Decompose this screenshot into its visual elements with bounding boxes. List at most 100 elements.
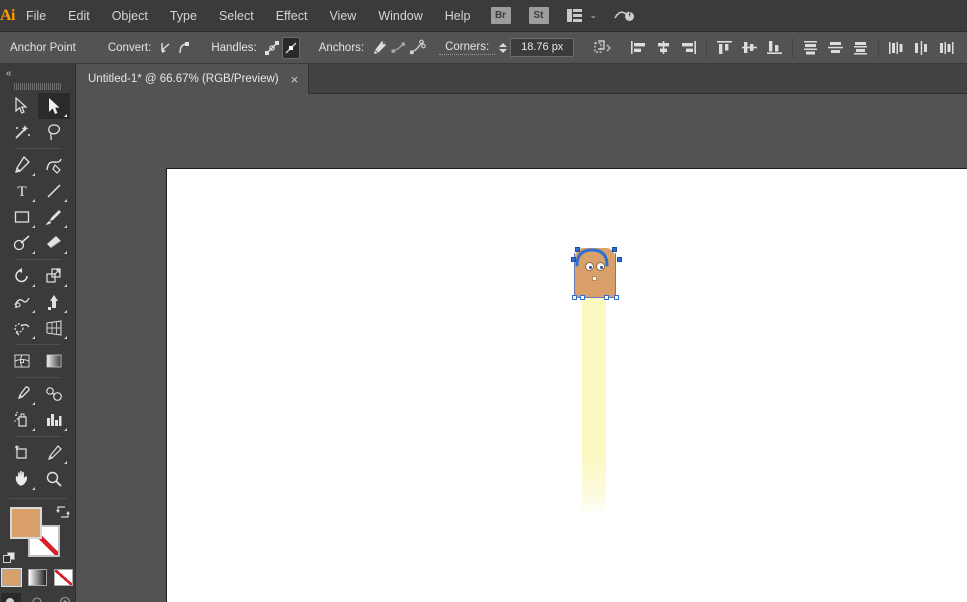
tool-perspective-grid[interactable] <box>38 315 70 341</box>
tool-mesh[interactable] <box>6 348 38 374</box>
hide-handles-icon[interactable] <box>281 36 300 59</box>
menu-item-edit[interactable]: Edit <box>57 0 101 32</box>
tool-scale[interactable] <box>38 263 70 289</box>
tool-flyout-indicator-icon <box>64 199 67 202</box>
convert-to-smooth-icon[interactable] <box>176 37 192 59</box>
tool-eraser[interactable] <box>38 230 70 256</box>
tools-panel: « T <box>0 64 76 602</box>
menu-item-effect[interactable]: Effect <box>265 0 319 32</box>
tool-selection[interactable] <box>6 93 38 119</box>
tool-flyout-indicator-icon <box>32 487 35 490</box>
fill-swatch[interactable] <box>10 507 42 539</box>
tool-magic-wand[interactable] <box>6 119 38 145</box>
workspace-switcher-icon[interactable] <box>613 7 635 25</box>
menu-item-file[interactable]: File <box>15 0 57 32</box>
artboard[interactable] <box>166 168 967 602</box>
anchor-point-bottom-right[interactable] <box>614 295 619 300</box>
tool-hand[interactable] <box>6 466 38 492</box>
distribute-top-icon[interactable] <box>799 37 822 59</box>
tool-shaper[interactable] <box>6 230 38 256</box>
tool-blend[interactable] <box>38 381 70 407</box>
color-mode-button[interactable] <box>1 568 22 587</box>
default-fill-stroke-icon[interactable] <box>3 552 16 565</box>
anchor-point-mid-left[interactable] <box>571 257 576 262</box>
tool-gradient[interactable] <box>38 348 70 374</box>
tool-paintbrush[interactable] <box>38 204 70 230</box>
distribute-bottom-icon[interactable] <box>849 37 872 59</box>
tool-slice[interactable] <box>38 440 70 466</box>
tool-direct-selection[interactable] <box>38 93 70 119</box>
distribute-left-icon[interactable] <box>885 37 908 59</box>
tool-flyout-indicator-icon <box>32 173 35 176</box>
tool-type[interactable]: T <box>6 178 38 204</box>
close-icon[interactable]: × <box>291 73 299 86</box>
menu-item-window[interactable]: Window <box>367 0 433 32</box>
align-bottom-icon[interactable] <box>763 37 786 59</box>
gradient-mode-button[interactable] <box>28 569 47 586</box>
bridge-button[interactable]: Br <box>490 7 511 24</box>
document-tab[interactable]: Untitled-1* @ 66.67% (RGB/Preview) × <box>76 64 310 94</box>
align-vertical-center-icon[interactable] <box>738 37 761 59</box>
tool-line-segment[interactable] <box>38 178 70 204</box>
tool-rotate[interactable] <box>6 263 38 289</box>
align-top-icon[interactable] <box>713 37 736 59</box>
tool-zoom[interactable] <box>38 466 70 492</box>
anchor-point-mid-right[interactable] <box>617 257 622 262</box>
anchor-point-top-left[interactable] <box>575 247 580 252</box>
menu-bar: Ai File Edit Object Type Select Effect V… <box>0 0 967 32</box>
remove-anchor-icon[interactable] <box>371 37 388 59</box>
align-horizontal-center-icon[interactable] <box>652 37 675 59</box>
tool-eyedropper[interactable] <box>6 381 38 407</box>
stepper-arrows-icon[interactable] <box>499 42 508 53</box>
anchor-point-trail-left[interactable] <box>580 295 585 300</box>
none-mode-button[interactable] <box>54 569 73 586</box>
tools-panel-header[interactable]: « <box>0 64 75 82</box>
align-left-icon[interactable] <box>627 37 650 59</box>
tools-grid: T <box>0 93 76 492</box>
draw-normal-button[interactable] <box>0 593 21 602</box>
show-handles-icon[interactable] <box>264 37 280 59</box>
corners-radius-input[interactable]: 18.76 px <box>510 38 575 57</box>
menu-item-select[interactable]: Select <box>208 0 265 32</box>
anchor-point-bottom-left[interactable] <box>572 295 577 300</box>
menu-item-type[interactable]: Type <box>159 0 208 32</box>
draw-inside-button[interactable] <box>55 593 75 602</box>
chevron-down-icon[interactable]: ⌄ <box>590 10 598 21</box>
divider <box>9 498 67 499</box>
align-right-icon[interactable] <box>677 37 700 59</box>
swap-fill-stroke-icon[interactable] <box>56 505 70 519</box>
distribute-vertical-center-icon[interactable] <box>824 37 847 59</box>
canvas-area[interactable] <box>76 94 967 602</box>
tool-column-graph[interactable] <box>38 407 70 433</box>
cut-path-icon[interactable] <box>409 37 426 59</box>
anchor-point-top-right[interactable] <box>612 247 617 252</box>
collapse-panel-icon[interactable]: « <box>6 68 11 79</box>
tool-flyout-indicator-icon <box>64 114 67 117</box>
arrange-documents-glyph <box>566 9 582 22</box>
stock-button[interactable]: St <box>528 7 549 24</box>
distribute-horizontal-center-icon[interactable] <box>910 37 933 59</box>
tool-free-transform[interactable] <box>38 289 70 315</box>
tool-lasso[interactable] <box>38 119 70 145</box>
menu-item-view[interactable]: View <box>318 0 367 32</box>
tool-pen[interactable] <box>6 152 38 178</box>
convert-to-corner-icon[interactable] <box>158 37 174 59</box>
menu-item-object[interactable]: Object <box>101 0 159 32</box>
drawing-mode-buttons <box>0 593 75 602</box>
tool-rectangle[interactable] <box>6 204 38 230</box>
anchor-point-trail-right[interactable] <box>604 295 609 300</box>
tool-curvature[interactable] <box>38 152 70 178</box>
yellow-trail-shape[interactable] <box>582 297 606 517</box>
draw-behind-button[interactable] <box>28 593 48 602</box>
isolate-selected-object-icon[interactable] <box>593 37 613 59</box>
tool-artboard[interactable] <box>6 440 38 466</box>
corners-stepper[interactable]: 18.76 px <box>499 38 575 57</box>
tool-width[interactable] <box>6 289 38 315</box>
tool-symbol-sprayer[interactable] <box>6 407 38 433</box>
menu-item-help[interactable]: Help <box>434 0 482 32</box>
tools-panel-grip[interactable] <box>14 83 61 90</box>
tool-shape-builder[interactable] <box>6 315 38 341</box>
arrange-documents-icon[interactable] <box>566 9 582 22</box>
distribute-right-icon[interactable] <box>935 37 958 59</box>
connect-anchors-icon[interactable] <box>390 37 407 59</box>
